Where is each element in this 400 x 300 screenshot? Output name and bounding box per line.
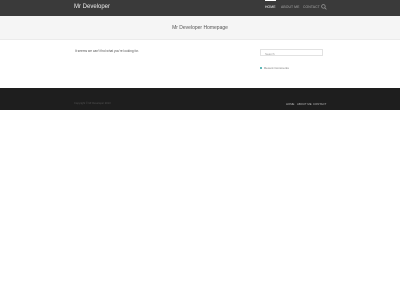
site-footer: Copyright © Mr Developer 2013 Home About… [0,88,400,110]
recent-comments-label: Recent Comments [264,66,289,70]
footer-nav-home[interactable]: Home [286,102,294,106]
recent-comments-link[interactable]: Recent Comments [260,66,289,70]
nav-item-about-me[interactable]: About Me [281,5,299,9]
search-placeholder: Search [265,51,275,56]
search-input[interactable]: Search [260,49,323,56]
copyright-text: Copyright © Mr Developer 2013 [74,102,111,105]
footer-nav-about-me[interactable]: About Me [297,102,312,106]
page-banner: Mr Developer Homepage [0,16,400,40]
footer-nav-contact[interactable]: Contact [313,102,326,106]
not-found-message: It seems we can't find what you're looki… [75,49,139,53]
site-title[interactable]: Mr Developer [74,4,110,10]
bullet-icon [260,67,262,70]
page-title: Mr Developer Homepage [172,25,228,31]
search-icon[interactable] [321,4,327,10]
site-header: Mr Developer Home About Me Contact [0,0,400,16]
nav-item-contact[interactable]: Contact [303,5,320,9]
nav-item-home[interactable]: Home [265,0,276,9]
